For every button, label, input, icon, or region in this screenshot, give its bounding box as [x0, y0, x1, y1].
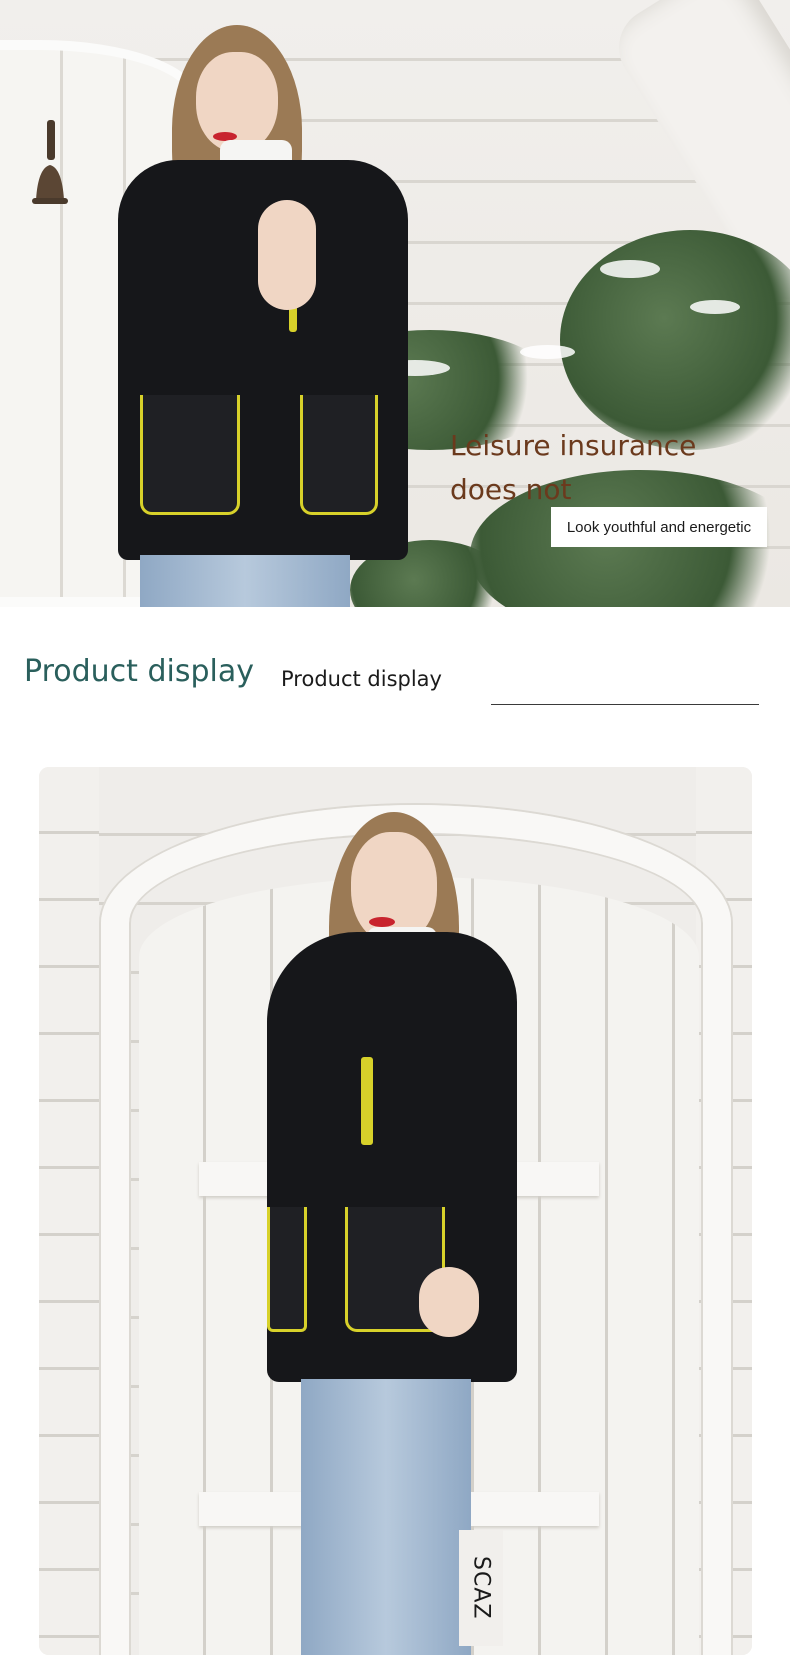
- brand-mark: SCAZ: [468, 1556, 494, 1620]
- section-title: Product display: [24, 654, 254, 689]
- hero-headline-line1: Leisure insurance: [450, 429, 697, 462]
- snow-clump: [600, 260, 660, 278]
- hero-headline: Leisure insurance does not: [450, 424, 780, 512]
- product-photo: SCAZ: [39, 767, 752, 1655]
- brand-mark-badge: SCAZ: [459, 1530, 503, 1646]
- hero-banner: Leisure insurance does not Look youthful…: [0, 0, 790, 607]
- section-subtitle: Product display: [281, 667, 442, 691]
- wall-planks-left: [39, 767, 99, 1655]
- bell-icon: [32, 120, 68, 204]
- snow-clump: [690, 300, 740, 314]
- hero-tagline: Look youthful and energetic: [551, 507, 767, 547]
- snow-clump: [520, 345, 575, 359]
- section-divider: [491, 704, 759, 705]
- hero-headline-line2: does not: [450, 473, 572, 506]
